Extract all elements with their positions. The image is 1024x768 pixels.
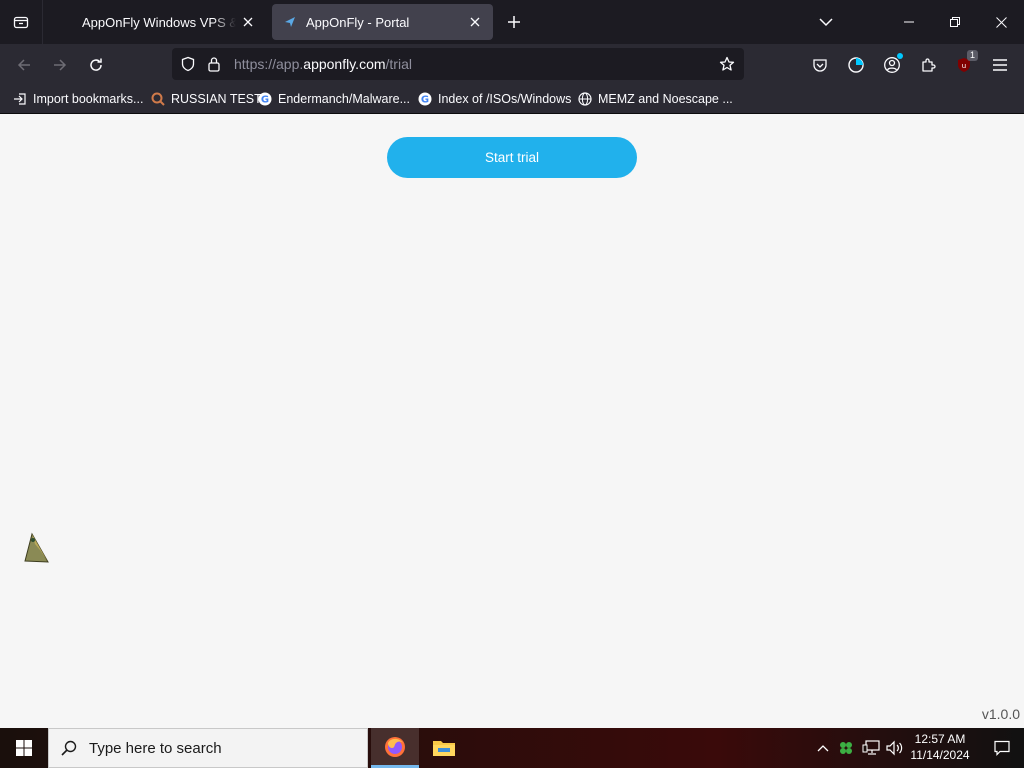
- google-icon: G: [257, 91, 273, 107]
- navigation-toolbar: https://app.apponfly.com/trial u 1: [0, 44, 1024, 85]
- extensions-button[interactable]: [913, 50, 943, 80]
- bookmark-memz-noescape[interactable]: MEMZ and Noescape ...: [577, 90, 733, 108]
- svg-text:G: G: [421, 95, 429, 106]
- bookmarks-toolbar: Import bookmarks... RUSSIAN TEST G Ender…: [0, 85, 1024, 114]
- taskbar-file-explorer[interactable]: [420, 728, 468, 768]
- version-label: v1.0.0: [981, 706, 1020, 722]
- magnifier-icon: [150, 91, 166, 107]
- firefox-view-button[interactable]: [841, 50, 871, 80]
- close-tab-button[interactable]: [236, 10, 260, 34]
- back-button[interactable]: [9, 50, 39, 80]
- tray-app-icon[interactable]: [836, 728, 856, 768]
- close-window-button[interactable]: [978, 0, 1024, 44]
- google-icon: G: [417, 91, 433, 107]
- puzzle-icon: [922, 58, 936, 72]
- bookmark-russian-test[interactable]: RUSSIAN TEST: [150, 90, 262, 108]
- blocked-count-badge: 1: [966, 50, 978, 61]
- bookmark-index-isos-windows[interactable]: G Index of /ISOs/Windows: [417, 90, 571, 108]
- ublock-origin-button[interactable]: u 1: [949, 50, 979, 80]
- app-menu-button[interactable]: [985, 50, 1015, 80]
- minimize-button[interactable]: [886, 0, 932, 44]
- list-all-tabs-button[interactable]: [812, 8, 840, 36]
- tab-apponfly-portal[interactable]: AppOnFly - Portal: [272, 4, 493, 40]
- clock-date: 11/14/2024: [910, 748, 970, 762]
- bookmark-import[interactable]: Import bookmarks...: [12, 90, 143, 108]
- minimize-icon: [904, 21, 914, 23]
- clover-icon: [840, 742, 852, 754]
- globe-icon: [577, 91, 593, 107]
- tab-list-icon: [13, 16, 29, 29]
- tab-list-button[interactable]: [0, 0, 43, 44]
- search-placeholder: Type here to search: [89, 739, 222, 757]
- tab-title: AppOnFly Windows VPS & Cloud: [82, 14, 236, 30]
- taskbar-clock[interactable]: 12:57 AM 11/14/2024: [906, 731, 974, 763]
- close-icon: [470, 17, 480, 27]
- arrow-right-icon: [54, 59, 67, 71]
- svg-text:u: u: [962, 62, 966, 70]
- reload-button[interactable]: [81, 50, 111, 80]
- address-bar[interactable]: https://app.apponfly.com/trial: [172, 48, 744, 80]
- arrow-left-icon: [17, 59, 30, 71]
- import-icon: [12, 91, 28, 107]
- paper-plane-icon: [282, 14, 298, 30]
- url-host: apponfly.com: [303, 56, 386, 72]
- bookmark-label: Index of /ISOs/Windows: [438, 92, 572, 106]
- search-icon: [49, 740, 89, 756]
- bookmark-label: MEMZ and Noescape ...: [598, 92, 733, 106]
- show-hidden-icons-button[interactable]: [814, 728, 832, 768]
- notification-icon: [994, 740, 1010, 756]
- start-trial-button[interactable]: Start trial: [387, 137, 637, 178]
- new-tab-button[interactable]: [500, 8, 528, 36]
- hamburger-icon: [993, 59, 1007, 71]
- notification-dot: [897, 53, 903, 59]
- windows-logo-icon: [16, 740, 32, 756]
- close-tab-button[interactable]: [463, 10, 487, 34]
- taskbar-firefox[interactable]: [371, 728, 419, 768]
- url-path: /trial: [385, 56, 412, 72]
- clock-time: 12:57 AM: [914, 732, 966, 746]
- url-scheme: https://app.: [234, 56, 304, 72]
- tab-strip: AppOnFly Windows VPS & Cloud AppOnFly - …: [0, 0, 1024, 44]
- cursor-icon: [22, 532, 50, 569]
- chevron-up-icon: [817, 745, 829, 752]
- start-button[interactable]: [0, 728, 48, 768]
- firefox-icon: [385, 736, 405, 757]
- network-button[interactable]: [860, 728, 882, 768]
- url-text[interactable]: https://app.apponfly.com/trial: [234, 56, 412, 72]
- bookmark-endermanch-malware[interactable]: G Endermanch/Malware...: [257, 90, 410, 108]
- chevron-down-icon: [819, 18, 833, 27]
- circle-progress-icon: [848, 57, 864, 73]
- bookmark-label: Import bookmarks...: [33, 92, 144, 106]
- folder-icon: [433, 741, 455, 756]
- tab-title: AppOnFly - Portal: [306, 14, 410, 30]
- taskbar-search-box[interactable]: Type here to search: [48, 728, 368, 768]
- restore-icon: [950, 17, 960, 27]
- bookmark-label: Endermanch/Malware...: [278, 92, 411, 106]
- plus-icon: [508, 16, 520, 28]
- network-icon: [862, 740, 880, 755]
- pocket-button[interactable]: [805, 50, 835, 80]
- close-icon: [995, 16, 1007, 28]
- tab-favicon: [58, 14, 74, 30]
- pocket-icon: [813, 59, 827, 72]
- shield-icon[interactable]: [176, 52, 200, 76]
- bookmark-label: RUSSIAN TEST: [171, 92, 262, 106]
- speaker-icon: [886, 740, 903, 756]
- tab-apponfly-windows-vps[interactable]: AppOnFly Windows VPS & Cloud: [48, 4, 266, 40]
- volume-button[interactable]: [884, 728, 906, 768]
- bookmark-star-icon[interactable]: [715, 52, 739, 76]
- action-center-button[interactable]: [980, 728, 1024, 768]
- reload-icon: [90, 58, 102, 71]
- close-icon: [243, 17, 253, 27]
- lock-icon[interactable]: [202, 52, 226, 76]
- restore-button[interactable]: [932, 0, 978, 44]
- account-button[interactable]: [877, 50, 907, 80]
- svg-text:G: G: [261, 95, 269, 106]
- page-content: Start trial v1.0.0: [0, 114, 1024, 728]
- forward-button[interactable]: [45, 50, 75, 80]
- windows-taskbar: Type here to search 12:57 AM 11/14/2024: [0, 728, 1024, 768]
